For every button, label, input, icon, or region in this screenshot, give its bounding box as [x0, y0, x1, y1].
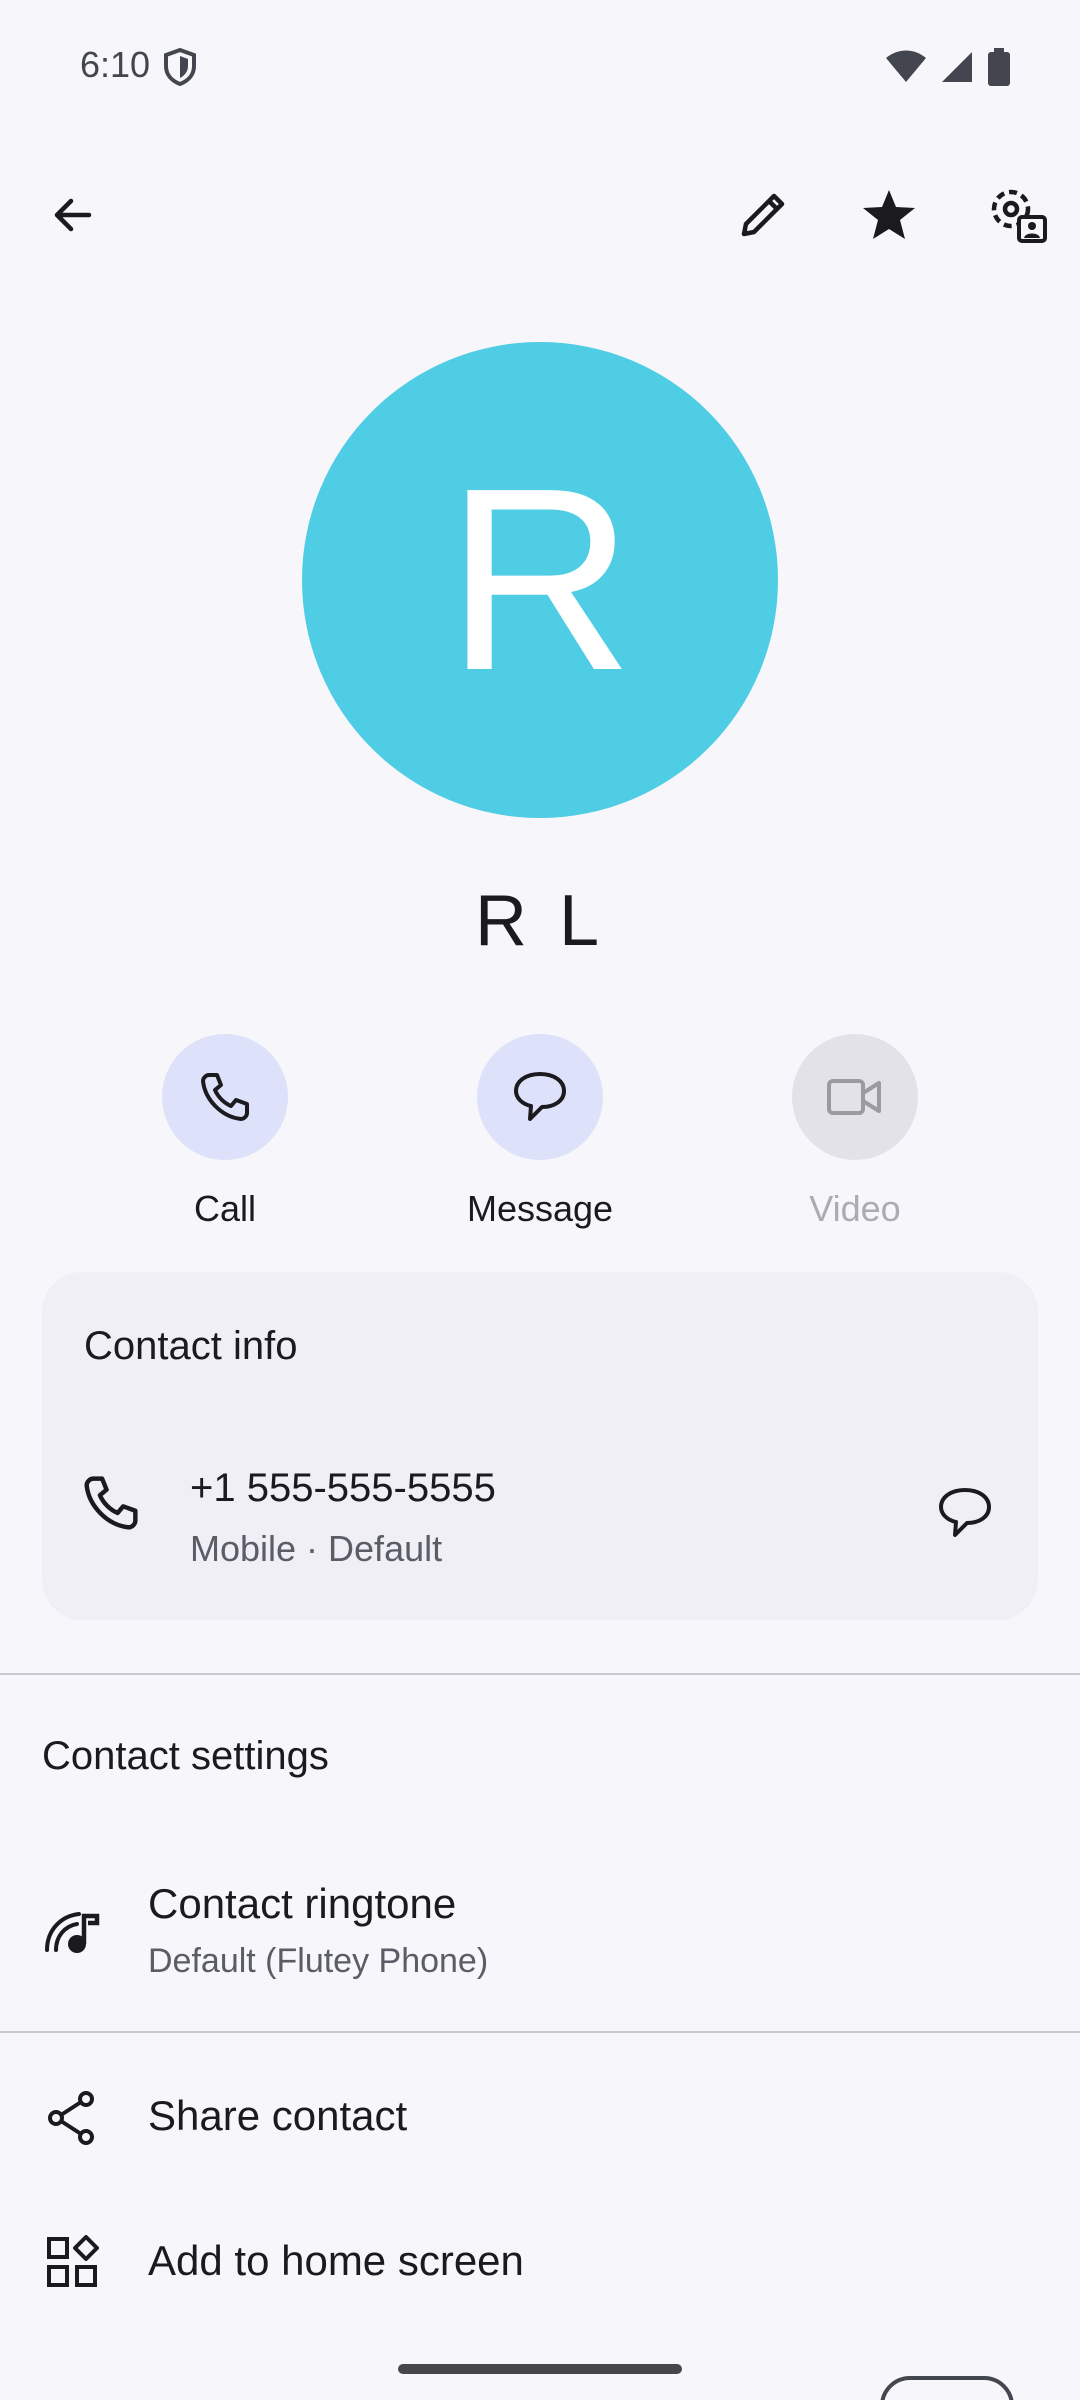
video-camera-icon [827, 1079, 881, 1115]
back-button[interactable] [28, 170, 118, 260]
widgets-icon [42, 2232, 102, 2292]
video-button [792, 1034, 918, 1160]
message-bubble-icon [514, 1072, 566, 1121]
phone-icon [80, 1472, 142, 1539]
message-button[interactable] [477, 1034, 603, 1160]
favorite-button[interactable] [844, 170, 934, 260]
share-icon [42, 2088, 102, 2148]
contact-settings-button[interactable] [972, 170, 1062, 260]
contact-detail-screen: 6:10 R R L Call Message Video Contact in… [0, 0, 1080, 2400]
contact-settings-title: Contact settings [42, 1734, 329, 1778]
contact-ringtone-value: Default (Flutey Phone) [148, 1942, 489, 1980]
message-action[interactable]: Message [420, 1034, 660, 1230]
phone-icon [201, 1073, 249, 1121]
contact-info-title: Contact info [84, 1324, 298, 1368]
star-icon [863, 190, 915, 239]
call-button[interactable] [162, 1034, 288, 1160]
call-action[interactable]: Call [105, 1034, 345, 1230]
contact-avatar: R [302, 342, 778, 818]
gesture-nav-handle[interactable] [398, 2364, 682, 2374]
edit-pencil-icon [741, 193, 785, 237]
divider [0, 2031, 1080, 2033]
contact-info-card: Contact info +1 555-555-5555 Mobile · De… [42, 1272, 1038, 1620]
floating-button[interactable] [880, 2376, 1014, 2400]
status-time: 6:10 [80, 44, 151, 85]
back-arrow-icon [54, 198, 92, 232]
contact-ringtone-label: Contact ringtone [148, 1880, 457, 1927]
phone-number[interactable]: +1 555-555-5555 [190, 1466, 496, 1511]
status-icons [886, 48, 1010, 91]
wifi-icon [886, 50, 926, 89]
vpn-shield-icon [163, 47, 197, 87]
phone-type-label: Mobile · Default [190, 1528, 443, 1569]
share-contact-label: Share contact [148, 2092, 408, 2139]
battery-icon [988, 48, 1010, 91]
edit-button[interactable] [718, 170, 808, 260]
call-label: Call [193, 1188, 256, 1229]
message-label: Message [466, 1188, 614, 1229]
contact-settings-icon [991, 189, 1047, 243]
avatar-initial: R [446, 435, 634, 725]
contact-name: R L [474, 881, 606, 961]
cell-signal-icon [940, 50, 974, 89]
ringtone-icon [42, 1900, 102, 1960]
video-action: Video [735, 1034, 975, 1230]
status-bar: 6:10 [0, 0, 1080, 130]
message-bubble-icon[interactable] [932, 1480, 998, 1546]
video-label: Video [809, 1188, 901, 1229]
divider [0, 1673, 1080, 1675]
add-to-home-screen-label: Add to home screen [148, 2237, 524, 2284]
